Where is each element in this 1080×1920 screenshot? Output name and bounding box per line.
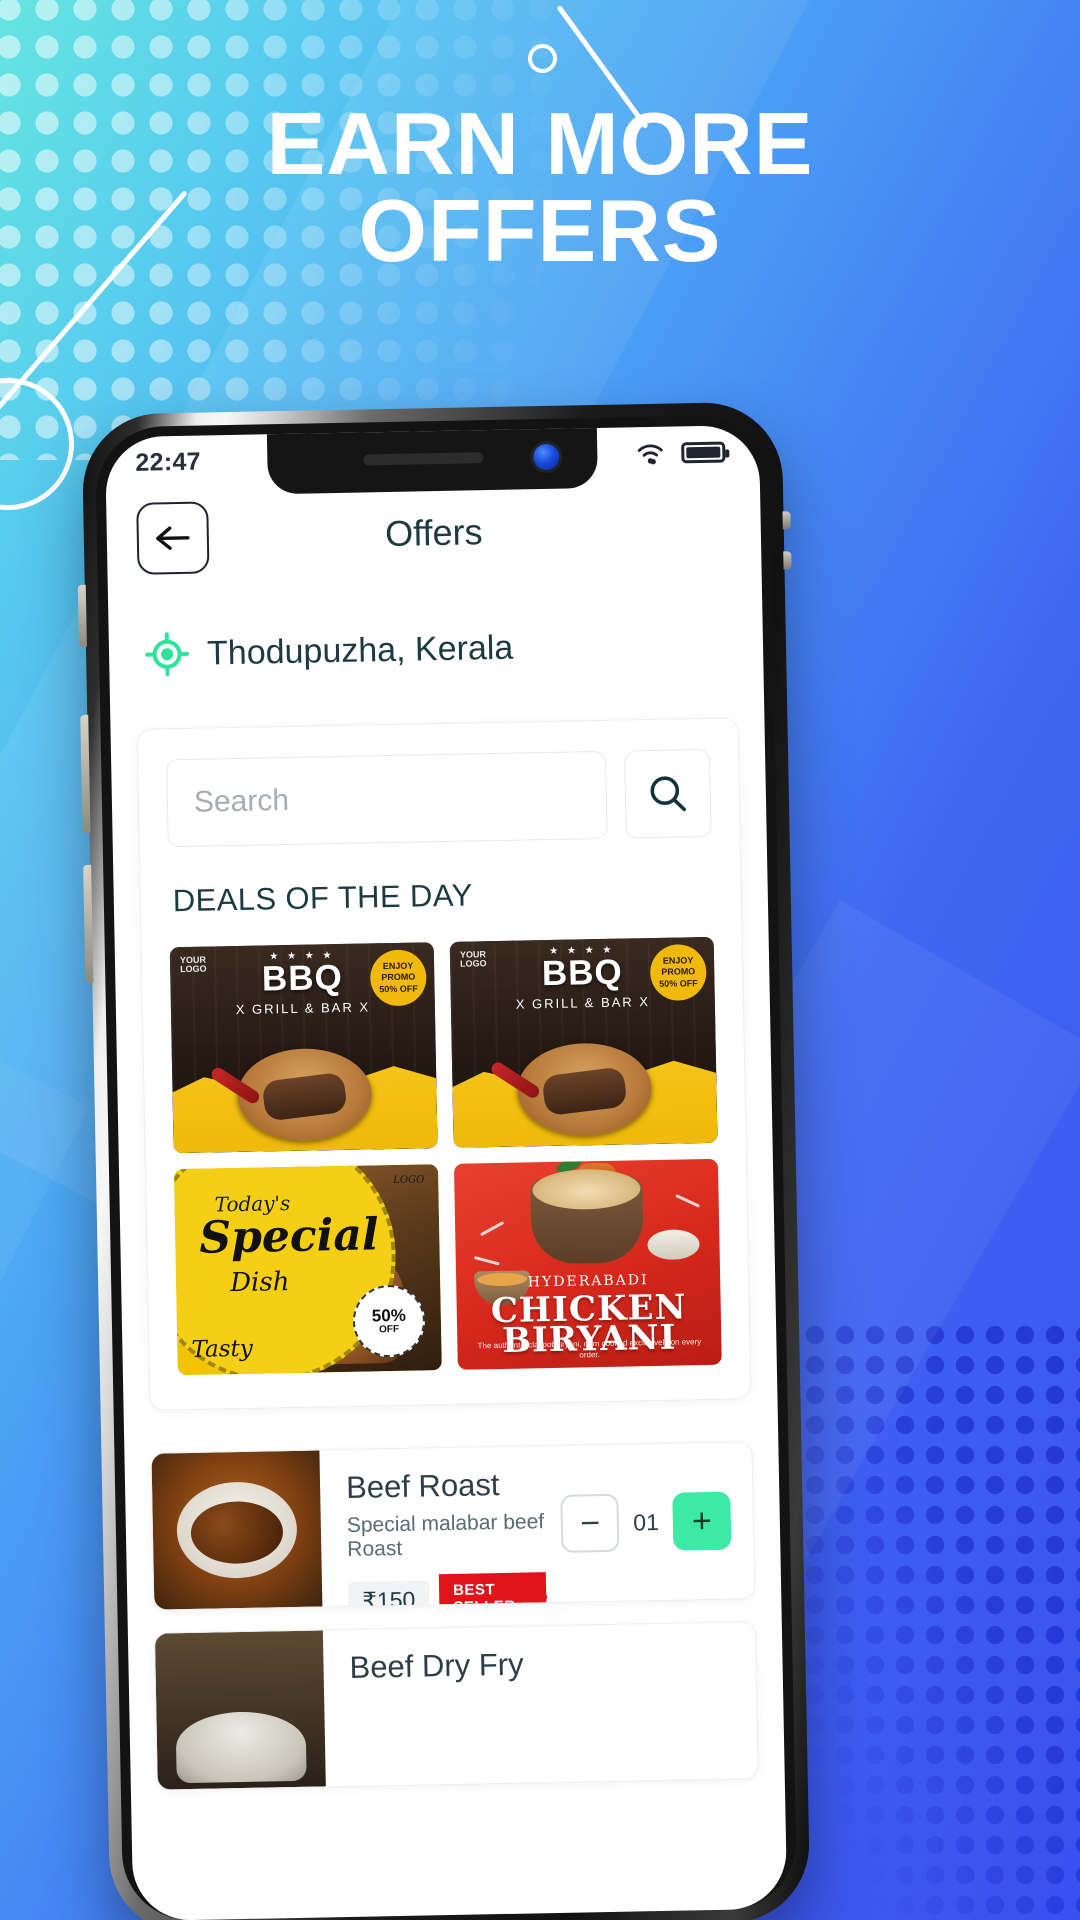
food-name: Beef Roast	[345, 1467, 500, 1505]
gps-crosshair-icon	[145, 632, 190, 677]
bbq-badge-line2-2: PROMO	[661, 966, 696, 978]
search-button[interactable]	[624, 748, 712, 839]
location-row[interactable]: Thodupuzha, Kerala	[108, 567, 764, 678]
decorative-circle	[528, 44, 557, 73]
search-row	[166, 748, 712, 848]
quantity-decrease-button[interactable]: −	[560, 1493, 620, 1553]
deals-grid: YOUR LOGO ★ ★ ★ ★ BBQ X GRILL & BAR X EN…	[169, 936, 722, 1376]
beef-dry-fry-thumb	[154, 1630, 326, 1790]
location-label: Thodupuzha, Kerala	[206, 628, 514, 672]
bbq-badge-line1-1: ENJOY	[382, 960, 414, 972]
special-discount-value: 50%	[371, 1305, 407, 1326]
headline-line-1: EARN MORE	[266, 94, 814, 193]
phone-button-power[interactable]	[782, 511, 791, 530]
phone-antenna-line	[783, 551, 792, 570]
status-badge: BEST SELLER	[438, 1572, 548, 1611]
quantity-value: 01	[632, 1508, 660, 1535]
biryani-dash-1	[480, 1220, 505, 1237]
phone-mockup: 22:47 Offers Thodupuzha, Kerala Search D…	[77, 401, 811, 1920]
poster-headline: EARN MORE OFFERS	[0, 100, 1080, 281]
promo-poster-background: EARN MORE OFFERS 22:47 Offers Thodupuzha…	[0, 0, 1080, 1920]
beef-roast-thumb	[151, 1450, 323, 1610]
special-logo: LOGO	[393, 1174, 425, 1187]
food-meta: ₹150 BEST SELLER	[347, 1572, 548, 1611]
food-price: ₹150	[347, 1579, 430, 1611]
bbq-badge-line1-2: ENJOY	[662, 955, 694, 966]
food-name: Beef Dry Fry	[349, 1646, 524, 1685]
deal-card-special-dish[interactable]: Today's Special Dish Tasty LOGO 50% OFF	[173, 1164, 442, 1376]
phone-screen: 22:47 Offers Thodupuzha, Kerala Search D…	[104, 424, 788, 1920]
biryani-saucer	[647, 1229, 700, 1261]
deals-card: DEALS OF THE DAY YOUR LOGO	[136, 717, 752, 1411]
bbq-badge-line3-1: 50% OFF	[379, 983, 418, 994]
special-tasty-label: Tasty	[191, 1335, 253, 1363]
diagonal-band-3	[0, 980, 90, 1920]
biryani-dash-2	[473, 1255, 500, 1266]
beef-roast-info: Beef Roast Special malabar beef Roast ₹1…	[319, 1446, 562, 1611]
status-icons	[633, 439, 726, 467]
wifi-icon	[637, 444, 663, 465]
beef-dry-fry-info: Beef Dry Fry	[323, 1622, 758, 1786]
search-icon	[650, 776, 686, 812]
headline-line-2: OFFERS	[358, 181, 722, 281]
back-button[interactable]	[136, 501, 210, 575]
phone-bezel: 22:47 Offers Thodupuzha, Kerala Search D…	[94, 414, 798, 1920]
status-clock: 22:47	[135, 447, 202, 477]
search-input[interactable]	[166, 750, 608, 848]
quantity-increase-button[interactable]: +	[672, 1491, 732, 1551]
deals-section-title: DEALS OF THE DAY	[172, 877, 473, 919]
bbq-badge-line2-1: PROMO	[381, 971, 416, 983]
arrow-left-icon	[156, 526, 190, 550]
battery-icon	[681, 441, 726, 463]
phone-button-silent[interactable]	[77, 584, 87, 647]
food-list-item-beef-dry-fry[interactable]: Beef Dry Fry	[153, 1621, 759, 1791]
deal-card-biryani[interactable]: HYDERABADI CHICKEN BIRYANI The authentic…	[453, 1158, 722, 1370]
special-line-3: Dish	[229, 1267, 290, 1299]
special-discount-label: OFF	[378, 1323, 400, 1335]
special-line-2: Special	[198, 1209, 380, 1264]
deal-card-bbq-2[interactable]: YOUR LOGO ★ ★ ★ ★ BBQ X GRILL & BAR X EN…	[449, 936, 718, 1148]
app-header: Offers	[106, 477, 762, 580]
biryani-dash-3	[675, 1194, 701, 1208]
quantity-stepper: − 01 +	[560, 1491, 754, 1553]
bbq-badge-line3-2: 50% OFF	[659, 977, 698, 989]
food-description: Special malabar beef Roast	[346, 1510, 545, 1561]
food-list-item-beef-roast[interactable]: Beef Roast Special malabar beef Roast ₹1…	[150, 1441, 756, 1611]
deal-card-bbq-1[interactable]: YOUR LOGO ★ ★ ★ ★ BBQ X GRILL & BAR X EN…	[169, 942, 438, 1154]
food-list: Beef Roast Special malabar beef Roast ₹1…	[150, 1441, 759, 1791]
biryani-caption: The authentic claypot biryani, dum cooke…	[477, 1337, 702, 1360]
